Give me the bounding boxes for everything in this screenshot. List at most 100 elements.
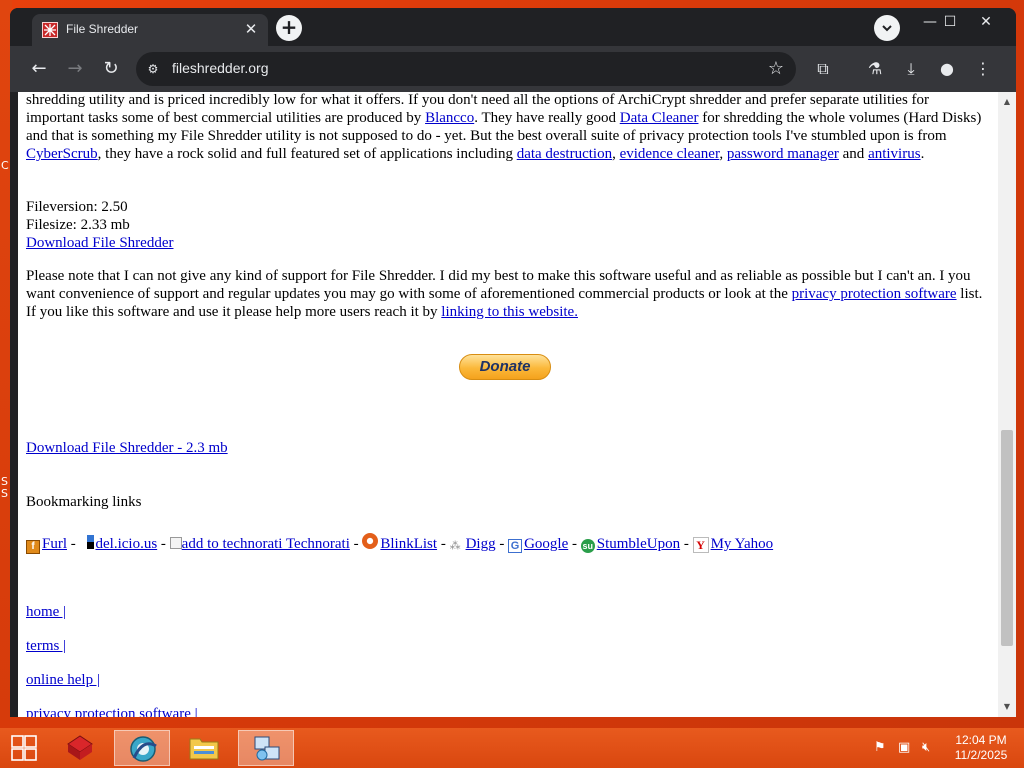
bookmark-label: Google xyxy=(524,536,569,552)
separator: - xyxy=(157,536,170,552)
browser-app-icon xyxy=(130,736,157,762)
link-password-manager[interactable]: password manager xyxy=(727,146,839,162)
link-data-cleaner[interactable]: Data Cleaner xyxy=(620,110,699,126)
taskbar-app-browser[interactable] xyxy=(114,730,170,766)
footer-help-link[interactable]: online help | xyxy=(26,671,100,689)
page-viewport: shredding utility and is priced incredib… xyxy=(18,92,998,717)
shredder-app-icon xyxy=(67,735,93,760)
close-window-button[interactable]: ✕ xyxy=(972,12,1000,32)
new-tab-button[interactable]: + xyxy=(276,15,302,41)
desktop-text-fragment: C xyxy=(1,159,9,172)
broken-image-icon xyxy=(169,537,182,549)
bookmark-my-yahoo[interactable]: Y My Yahoo xyxy=(692,536,774,553)
bookmark-furl[interactable]: f Furl xyxy=(26,536,68,554)
link-blancco[interactable]: Blancco xyxy=(425,110,474,126)
flag-icon[interactable]: ⚑ xyxy=(874,740,886,755)
text: . xyxy=(920,146,925,162)
paragraph-alternatives: shredding utility and is priced incredib… xyxy=(26,92,984,163)
scroll-down-arrow-icon[interactable]: ▼ xyxy=(998,699,1016,715)
text: , xyxy=(612,146,620,162)
network-icon[interactable]: ▣ xyxy=(898,740,910,755)
start-button[interactable] xyxy=(0,730,48,766)
link-cyberscrub[interactable]: CyberScrub xyxy=(26,146,98,162)
windows-logo-icon xyxy=(11,735,37,761)
taskbar: ⚑ ▣ 🔇︎ 12:04 PM 11/2/2025 xyxy=(0,728,1024,768)
link-data-destruction[interactable]: data destruction xyxy=(517,146,612,162)
bookmark-label: BlinkList xyxy=(380,536,438,552)
taskbar-app-network[interactable] xyxy=(238,730,294,766)
taskbar-app-shredder[interactable] xyxy=(52,730,108,766)
site-info-icon[interactable]: ⚙ xyxy=(144,60,162,78)
separator: - xyxy=(67,536,80,552)
download-link[interactable]: Download File Shredder xyxy=(26,235,173,251)
link-evidence-cleaner[interactable]: evidence cleaner xyxy=(620,146,720,162)
vertical-scrollbar[interactable]: ▲ ▼ xyxy=(998,92,1016,717)
address-bar[interactable]: ⚙ fileshredder.org ☆ xyxy=(136,52,796,86)
bookmark-delicious[interactable]: del.icio.us xyxy=(79,535,158,552)
donate-area: Donate xyxy=(26,354,984,380)
text: , xyxy=(719,146,727,162)
extensions-icon[interactable]: ⧉ xyxy=(812,58,834,80)
bookmark-blinklist[interactable]: BlinkList xyxy=(362,533,438,552)
donate-button[interactable]: Donate xyxy=(459,354,551,380)
separator: - xyxy=(437,536,450,552)
profile-icon[interactable]: ● xyxy=(936,58,958,80)
scroll-thumb[interactable] xyxy=(1001,430,1013,646)
link-antivirus[interactable]: antivirus xyxy=(868,146,921,162)
clock-date: 11/2/2025 xyxy=(954,748,1008,762)
browser-toolbar: ← → ↻ ⚙ fileshredder.org ☆ ⧉ ⚗ ⤓ ● ⋮ xyxy=(10,46,1016,92)
bookmark-google[interactable]: G Google xyxy=(508,536,569,553)
bookmark-label: My Yahoo xyxy=(710,536,774,552)
network-app-icon xyxy=(254,736,280,761)
download-file-shredder-link[interactable]: Download File Shredder - 2.3 mb xyxy=(26,439,228,457)
system-clock[interactable]: 12:04 PM 11/2/2025 xyxy=(948,733,1014,763)
bookmark-label: del.icio.us xyxy=(95,536,158,552)
clock-time: 12:04 PM xyxy=(955,733,1007,747)
stumbleupon-icon: su xyxy=(580,539,595,553)
back-button[interactable]: ← xyxy=(26,56,52,82)
bookmark-label: add to technorati Technorati xyxy=(181,536,350,552)
bookmark-label: Furl xyxy=(42,536,68,552)
desktop-text-fragment: S xyxy=(1,487,8,500)
footer-privacy-link[interactable]: privacy protection software | xyxy=(26,705,198,717)
footer-home-link[interactable]: home | xyxy=(26,603,66,621)
taskbar-app-explorer[interactable] xyxy=(176,730,232,766)
volume-muted-icon[interactable]: 🔇︎ xyxy=(922,740,930,755)
separator: - xyxy=(680,536,693,552)
file-info: Fileversion: 2.50 Filesize: 2.33 mb Down… xyxy=(26,198,173,252)
text: . They have really good xyxy=(474,110,620,126)
delicious-icon xyxy=(79,535,94,549)
file-version: Fileversion: 2.50 xyxy=(26,199,128,215)
bookmark-stumbleupon[interactable]: su StumbleUpon xyxy=(580,536,680,553)
link-privacy-protection-software[interactable]: privacy protection software xyxy=(792,286,957,302)
tab-title: File Shredder xyxy=(66,22,139,36)
separator: - xyxy=(349,536,363,552)
separator: - xyxy=(568,536,581,552)
folder-icon xyxy=(189,738,219,760)
url-text[interactable]: fileshredder.org xyxy=(172,60,269,76)
file-size: Filesize: 2.33 mb xyxy=(26,217,130,233)
maximize-button[interactable]: ☐ xyxy=(936,12,964,32)
bookmark-technorati[interactable]: add to technorati Technorati xyxy=(169,536,350,552)
link-linking-to-website[interactable]: linking to this website. xyxy=(441,304,578,320)
forward-button[interactable]: → xyxy=(62,56,88,82)
scroll-up-arrow-icon[interactable]: ▲ xyxy=(998,94,1016,110)
downloads-icon[interactable]: ⤓ xyxy=(900,58,922,80)
blinklist-icon xyxy=(362,533,379,549)
bookmark-links: f Furl - del.icio.us - add to technorati … xyxy=(26,533,773,554)
menu-icon[interactable]: ⋮ xyxy=(972,58,994,80)
bookmark-star-icon[interactable]: ☆ xyxy=(768,58,784,79)
text: and xyxy=(838,146,869,162)
reload-button[interactable]: ↻ xyxy=(98,56,124,82)
text: , they have a rock solid and full featur… xyxy=(97,146,517,162)
digg-icon: ⁂ xyxy=(449,539,461,552)
bookmark-digg[interactable]: ⁂ Digg xyxy=(450,536,496,552)
google-icon: G xyxy=(508,539,523,553)
footer-terms-link[interactable]: terms | xyxy=(26,637,66,655)
paragraph-support-note: Please note that I can not give any kind… xyxy=(26,267,984,321)
tab-file-shredder[interactable]: File Shredder ✕ xyxy=(32,14,268,46)
labs-icon[interactable]: ⚗ xyxy=(864,58,886,80)
tab-close-icon[interactable]: ✕ xyxy=(242,20,260,38)
tab-search-button[interactable] xyxy=(874,15,900,41)
bookmarking-title: Bookmarking links xyxy=(26,494,142,510)
